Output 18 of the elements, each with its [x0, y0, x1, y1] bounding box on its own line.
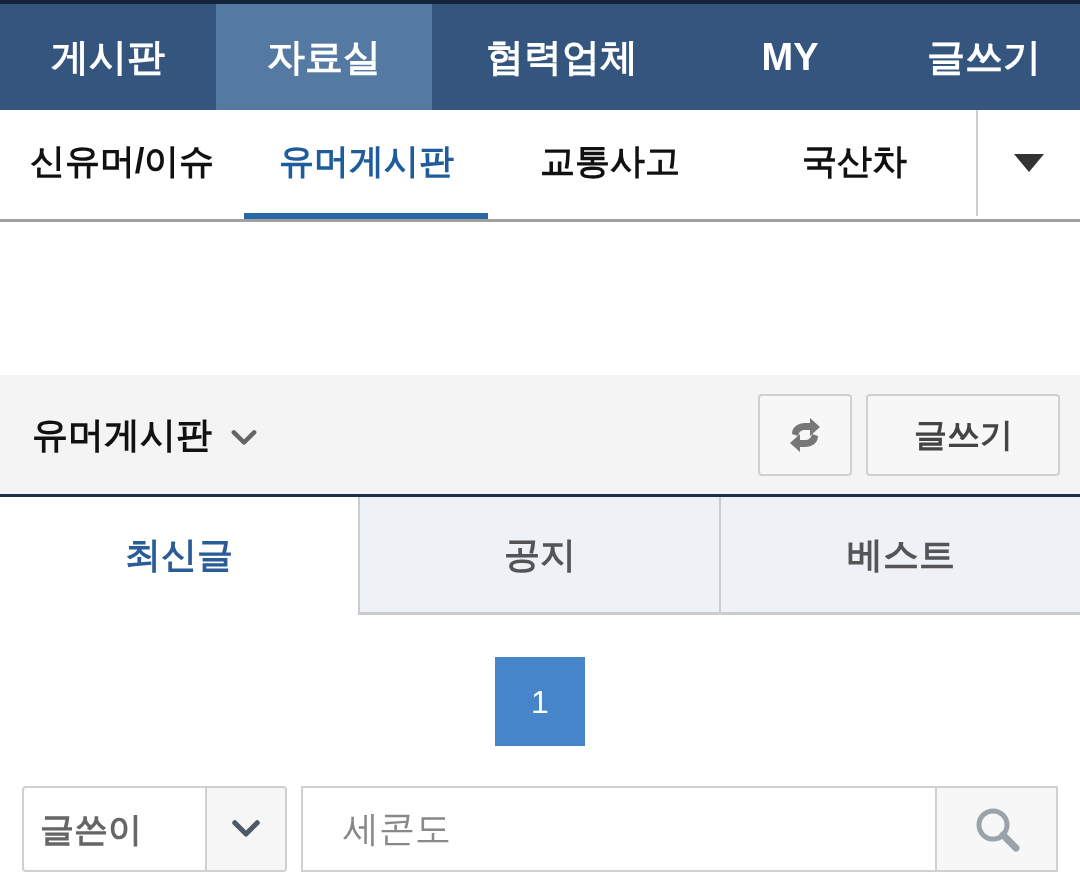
- refresh-icon: [788, 417, 822, 452]
- sub-nav-tab[interactable]: 교통사고: [488, 110, 732, 219]
- board-tab[interactable]: 공지: [358, 497, 719, 615]
- refresh-button[interactable]: [758, 393, 852, 476]
- chevron-down-icon: [230, 428, 258, 447]
- chevron-down-icon: [231, 819, 261, 839]
- search-input[interactable]: 세콘도: [301, 786, 935, 872]
- dropdown-triangle-icon[interactable]: [1014, 154, 1044, 172]
- top-nav-tab[interactable]: 자료실: [216, 4, 432, 110]
- board-title[interactable]: 유머게시판: [32, 407, 212, 462]
- board-tab[interactable]: 베스트: [719, 497, 1080, 615]
- search-field-select[interactable]: 글쓴이: [22, 786, 287, 872]
- search-button[interactable]: [935, 786, 1058, 872]
- page-button[interactable]: 1: [495, 657, 585, 746]
- sub-nav-tab[interactable]: 신유머/이슈: [0, 110, 244, 219]
- write-button[interactable]: 글쓰기: [866, 393, 1060, 476]
- sub-nav-tab[interactable]: 유머게시판: [244, 110, 488, 219]
- sub-nav-tab[interactable]: 국산차: [732, 110, 976, 219]
